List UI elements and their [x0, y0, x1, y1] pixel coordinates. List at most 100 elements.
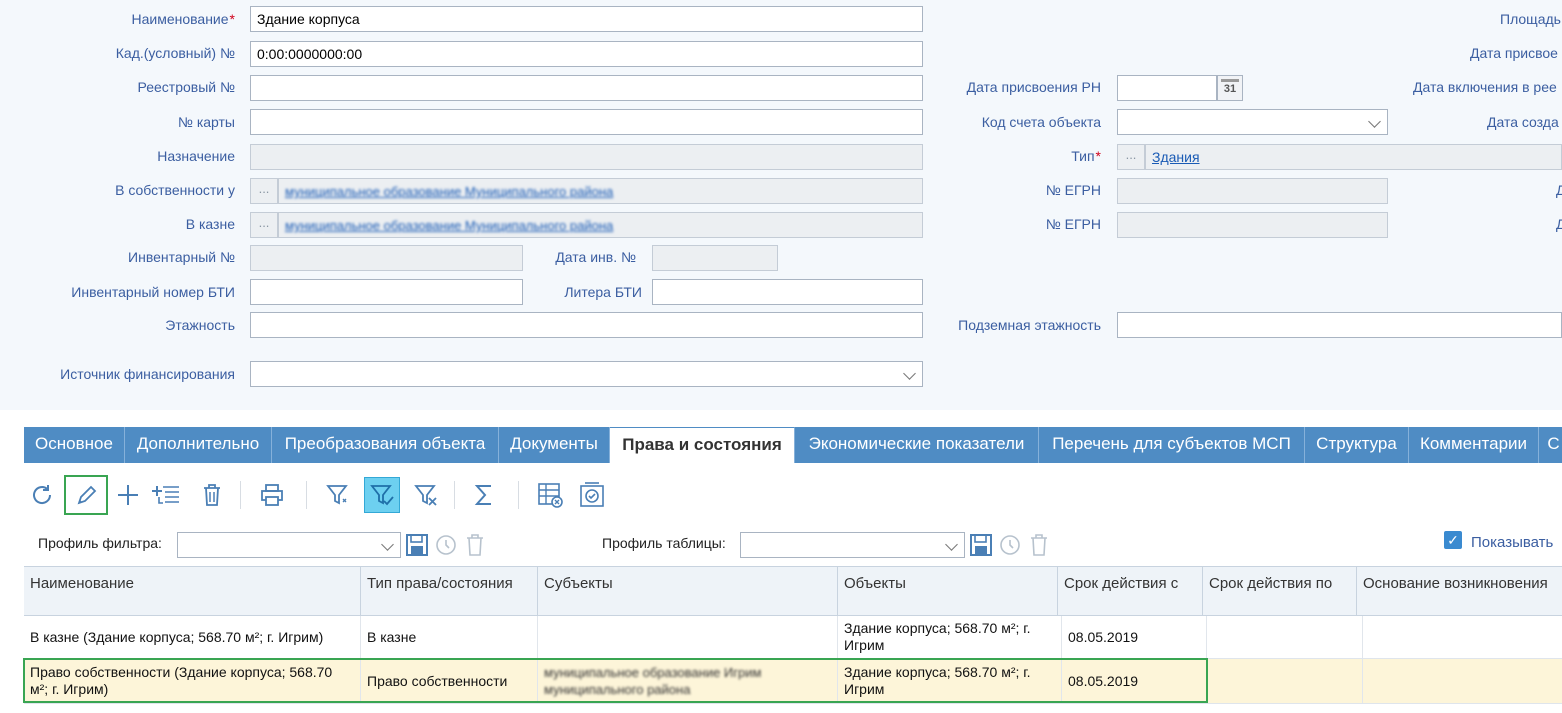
edit-button[interactable] [64, 475, 108, 515]
add-child-button[interactable] [148, 477, 184, 513]
bti-inv-input[interactable] [250, 279, 523, 305]
rn-date-input[interactable] [1117, 75, 1217, 101]
bti-letter-label: Литера БТИ [564, 284, 642, 300]
filter-apply-button[interactable] [364, 477, 400, 513]
column-header-subjects[interactable]: Субъекты [538, 567, 838, 615]
reg-input[interactable] [250, 75, 923, 101]
add-button[interactable] [110, 477, 146, 513]
column-header-objects[interactable]: Объекты [838, 567, 1058, 615]
column-header-name[interactable]: Наименование [24, 567, 361, 615]
save-icon [406, 534, 428, 556]
funding-select[interactable] [250, 361, 923, 387]
inv-label: Инвентарный № [128, 249, 235, 265]
tab-msp-list[interactable]: Перечень для субъектов МСП [1039, 427, 1305, 463]
reg-label: Реестровый № [137, 79, 235, 95]
filter-clear-icon [414, 485, 437, 506]
type-picker-button[interactable]: ... [1117, 144, 1145, 170]
card-input[interactable] [250, 109, 923, 135]
tab-additional[interactable]: Дополнительно [125, 427, 272, 463]
cell-type: В казне [361, 616, 538, 658]
history-icon [1000, 535, 1020, 555]
column-header-to[interactable]: Срок действия по [1203, 567, 1357, 615]
cad-label: Кад.(условный) № [115, 45, 235, 61]
pencil-icon [77, 485, 97, 505]
trash-icon [1031, 534, 1047, 556]
toolbar-separator [518, 481, 519, 509]
tab-rights[interactable]: Права и состояния [610, 427, 795, 463]
sum-button[interactable] [466, 477, 502, 513]
tab-structure[interactable]: Структура [1305, 427, 1409, 463]
underground-input[interactable] [1117, 312, 1562, 338]
toolbar-separator [454, 481, 455, 509]
reset-filter-profile-button[interactable] [433, 531, 459, 559]
d-label-1: Д [1556, 182, 1562, 198]
tab-transformations[interactable]: Преобразования объекта [272, 427, 499, 463]
cell-name: Право собственности (Здание корпуса; 568… [24, 659, 361, 703]
tab-more[interactable]: С [1539, 427, 1562, 463]
table-profile-select[interactable] [740, 532, 965, 558]
account-label: Код счета объекта [981, 114, 1101, 130]
reset-table-profile-button[interactable] [997, 531, 1023, 559]
toolbar-separator [240, 481, 241, 509]
type-link[interactable]: Здания [1152, 149, 1200, 165]
cell-subjects [538, 616, 838, 658]
column-header-type[interactable]: Тип права/состояния [361, 567, 538, 615]
d-label-2: Д [1556, 216, 1562, 232]
area-label: Площадь [1500, 11, 1561, 27]
cell-basis [1363, 659, 1562, 703]
show-checkbox[interactable]: ✓ [1444, 531, 1462, 549]
trash-icon [467, 534, 483, 556]
name-label: Наименование* [131, 11, 235, 27]
tab-economic[interactable]: Экономические показатели [795, 427, 1039, 463]
filter-profile-select[interactable] [177, 532, 401, 558]
export-button[interactable] [574, 477, 610, 513]
filter-button[interactable] [320, 477, 356, 513]
delete-button[interactable] [194, 477, 230, 513]
grid-header: Наименование Тип права/состояния Субъект… [24, 566, 1562, 616]
underground-label: Подземная этажность [958, 317, 1101, 333]
owner-picker-button[interactable]: ... [250, 178, 278, 204]
treasury-picker-button[interactable]: ... [250, 212, 278, 238]
tab-bar: Основное Дополнительно Преобразования об… [24, 427, 1562, 463]
bti-letter-input[interactable] [652, 279, 923, 305]
filter-check-icon [370, 485, 394, 506]
column-header-from[interactable]: Срок действия с [1058, 567, 1203, 615]
history-icon [436, 535, 456, 555]
assign-date-label: Дата присвое [1470, 45, 1558, 61]
create-date-label: Дата созда [1487, 114, 1559, 130]
add-list-icon [152, 486, 179, 504]
table-profile-label: Профиль таблицы: [602, 535, 726, 551]
sigma-icon [474, 485, 491, 505]
refresh-button[interactable] [24, 477, 60, 513]
table-row[interactable]: В казне (Здание корпуса; 568.70 м²; г. И… [24, 616, 1562, 659]
tab-main[interactable]: Основное [24, 427, 125, 463]
account-select[interactable] [1117, 109, 1388, 135]
inv-date-input [652, 245, 778, 271]
purpose-label: Назначение [157, 148, 235, 164]
inv-date-label: Дата инв. № [555, 249, 636, 265]
grid-toolbar [24, 473, 1562, 517]
toolbar-separator [306, 481, 307, 509]
save-filter-profile-button[interactable] [404, 531, 430, 559]
owner-input: муниципальное образование Муниципального… [278, 178, 923, 204]
cell-objects: Здание корпуса; 568.70 м²; г. Игрим [838, 616, 1062, 658]
calendar-icon[interactable]: 31 [1217, 75, 1243, 101]
delete-table-profile-button[interactable] [1026, 531, 1052, 559]
print-button[interactable] [254, 477, 290, 513]
treasury-label: В казне [185, 216, 235, 232]
name-input[interactable]: Здание корпуса [250, 6, 923, 32]
columns-button[interactable] [532, 477, 568, 513]
table-row[interactable]: Право собственности (Здание корпуса; 568… [24, 659, 1562, 704]
cell-to [1207, 659, 1363, 703]
save-table-profile-button[interactable] [968, 531, 994, 559]
filter-clear-button[interactable] [408, 477, 444, 513]
delete-filter-profile-button[interactable] [462, 531, 488, 559]
egrn-input-2 [1117, 212, 1388, 238]
column-header-basis[interactable]: Основание возникновения [1357, 567, 1562, 615]
floors-input[interactable] [250, 312, 923, 338]
card-label: № карты [177, 114, 235, 130]
cad-input[interactable]: 0:00:0000000:00 [250, 41, 923, 67]
tab-documents[interactable]: Документы [499, 427, 610, 463]
egrn-label-2: № ЕГРН [1045, 216, 1101, 232]
tab-comments[interactable]: Комментарии [1409, 427, 1539, 463]
